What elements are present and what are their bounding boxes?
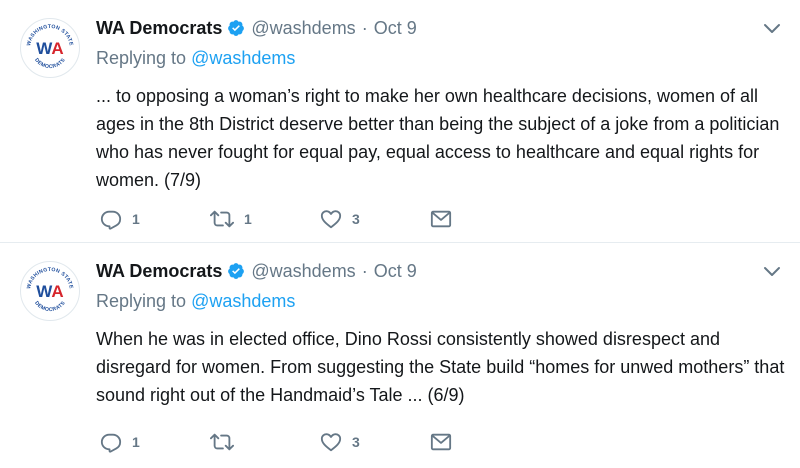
direct-message-button[interactable] (430, 206, 470, 232)
retweet-button[interactable]: 1 (210, 206, 320, 232)
separator-dot: · (361, 260, 368, 281)
avatar-wa-text: WA (36, 39, 63, 58)
svg-text:DEMOCRATS: DEMOCRATS (33, 300, 67, 313)
replying-to: Replying to @washdems (96, 291, 295, 312)
retweet-count: 1 (244, 211, 252, 227)
reply-button[interactable]: 1 (100, 206, 210, 232)
retweet-icon (210, 433, 234, 451)
chevron-down-icon[interactable] (762, 18, 782, 38)
avatar-wa-text: WA (36, 282, 63, 301)
tweet-date[interactable]: Oct 9 (374, 18, 417, 39)
wa-democrats-logo-icon: WASHINGTON STATE WA DEMOCRATS (26, 24, 74, 70)
wa-democrats-logo-icon: WASHINGTON STATE WA DEMOCRATS (26, 267, 74, 313)
author-name[interactable]: WA Democrats (96, 261, 222, 282)
reply-count: 1 (132, 434, 140, 450)
tweet-actions: 1 1 3 (100, 206, 470, 232)
tweet-date[interactable]: Oct 9 (374, 261, 417, 282)
replying-to-link[interactable]: @washdems (191, 291, 295, 311)
envelope-icon (430, 433, 452, 451)
avatar[interactable]: WASHINGTON STATE WA DEMOCRATS (20, 18, 80, 78)
retweet-button[interactable] (210, 429, 320, 455)
replying-to-link[interactable]: @washdems (191, 48, 295, 68)
verified-badge-icon (227, 262, 245, 280)
like-button[interactable]: 3 (320, 429, 430, 455)
replying-to: Replying to @washdems (96, 48, 295, 69)
avatar-bottom-text: DEMOCRATS (33, 300, 66, 313)
reply-count: 1 (132, 211, 140, 227)
author-name[interactable]: WA Democrats (96, 18, 222, 39)
avatar[interactable]: WASHINGTON STATE WA DEMOCRATS (20, 261, 80, 321)
timeline: WASHINGTON STATE WA DEMOCRATS WA Democra… (0, 0, 800, 468)
reply-button[interactable]: 1 (100, 429, 210, 455)
tweet-header: WA Democrats @washdems · Oct 9 (96, 257, 417, 285)
author-handle[interactable]: @washdems (251, 261, 355, 282)
tweet-text: ... to opposing a woman’s right to make … (96, 86, 780, 190)
separator-dot: · (361, 17, 368, 38)
tweet-header: WA Democrats @washdems · Oct 9 (96, 14, 417, 42)
svg-text:DEMOCRATS: DEMOCRATS (33, 57, 67, 70)
verified-badge-icon (227, 19, 245, 37)
chevron-down-icon[interactable] (762, 261, 782, 281)
replying-prefix: Replying to (96, 48, 187, 68)
tweet[interactable]: WASHINGTON STATE WA DEMOCRATS WA Democra… (0, 0, 800, 243)
avatar-bottom-text: DEMOCRATS (33, 57, 66, 70)
tweet[interactable]: WASHINGTON STATE WA DEMOCRATS WA Democra… (0, 243, 800, 468)
replying-prefix: Replying to (96, 291, 187, 311)
retweet-icon (210, 210, 234, 228)
like-count: 3 (352, 211, 360, 227)
like-button[interactable]: 3 (320, 206, 430, 232)
heart-icon (320, 210, 342, 229)
reply-bubble-icon (100, 210, 122, 230)
tweet-text: When he was in elected office, Dino Ross… (96, 329, 785, 405)
heart-icon (320, 433, 342, 452)
envelope-icon (430, 210, 452, 228)
direct-message-button[interactable] (430, 429, 470, 455)
author-handle[interactable]: @washdems (251, 18, 355, 39)
tweet-actions: 1 3 (100, 429, 470, 455)
reply-bubble-icon (100, 433, 122, 453)
like-count: 3 (352, 434, 360, 450)
